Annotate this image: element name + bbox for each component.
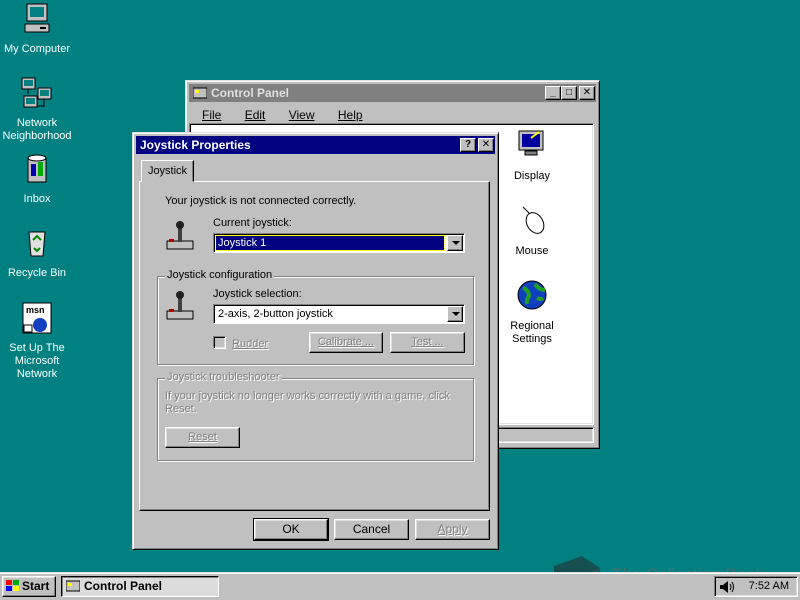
globe-icon bbox=[517, 280, 547, 310]
display-icon bbox=[518, 130, 544, 156]
windows-logo-icon bbox=[6, 580, 19, 591]
cp-item-label: Mouse bbox=[515, 245, 549, 257]
desktop-icon-label: Inbox bbox=[23, 193, 51, 205]
joystick-selection-value: 2-axis, 2-button joystick bbox=[218, 308, 333, 320]
chevron-down-icon[interactable] bbox=[447, 235, 463, 251]
current-joystick-value: Joystick 1 bbox=[215, 235, 445, 251]
close-button[interactable]: ✕ bbox=[579, 86, 595, 100]
control-panel-menubar: File Edit View Help bbox=[192, 104, 373, 122]
desktop-icon-network-neighborhood[interactable]: Network Neighborhood bbox=[0, 76, 74, 143]
cp-item-regional-settings[interactable]: Regional Settings bbox=[500, 278, 564, 346]
speaker-icon[interactable] bbox=[719, 580, 735, 594]
tab-joystick[interactable]: Joystick bbox=[141, 160, 194, 182]
cp-item-mouse[interactable]: Mouse bbox=[500, 203, 564, 258]
joystick-selection-label: Joystick selection: bbox=[213, 288, 302, 300]
desktop-icon-label: Recycle Bin bbox=[7, 267, 67, 279]
start-button[interactable]: Start bbox=[2, 576, 56, 597]
control-panel-icon bbox=[65, 580, 81, 592]
control-panel-icon bbox=[192, 87, 208, 99]
dialog-title: Joystick Properties bbox=[140, 138, 251, 152]
joystick-icon bbox=[166, 221, 194, 250]
group-label: Joystick configuration bbox=[165, 269, 275, 281]
ok-button[interactable]: OK bbox=[253, 518, 329, 541]
maximize-button[interactable]: □ bbox=[561, 86, 577, 100]
joystick-status-text: Your joystick is not connected correctly… bbox=[165, 195, 357, 207]
desktop-icon-msn-setup[interactable]: msn Set Up The Microsoft Network bbox=[0, 301, 74, 381]
joystick-icon bbox=[166, 291, 194, 320]
group-label: Joystick troubleshooter bbox=[165, 371, 282, 383]
taskbar: Start Control Panel 7:52 AM bbox=[0, 572, 800, 600]
checkbox-box bbox=[213, 336, 226, 349]
close-button[interactable]: ✕ bbox=[478, 138, 494, 152]
mouse-icon bbox=[522, 206, 545, 234]
computer-icon bbox=[24, 3, 50, 33]
current-joystick-select[interactable]: Joystick 1 bbox=[213, 233, 465, 253]
reset-button[interactable]: Reset bbox=[165, 427, 240, 448]
cp-item-label: Display bbox=[513, 170, 551, 182]
rudder-checkbox[interactable]: Rudder bbox=[213, 336, 268, 350]
control-panel-title: Control Panel bbox=[211, 86, 290, 100]
chevron-down-icon[interactable] bbox=[447, 306, 463, 322]
calibrate-button[interactable]: Calibrate ... bbox=[309, 332, 383, 353]
cp-item-display[interactable]: Display bbox=[500, 128, 564, 183]
current-joystick-label: Current joystick: bbox=[213, 217, 292, 229]
dialog-titlebar[interactable]: Joystick Properties ? ✕ bbox=[136, 136, 495, 154]
joystick-selection-select[interactable]: 2-axis, 2-button joystick bbox=[213, 304, 465, 324]
control-panel-titlebar[interactable]: Control Panel _ □ ✕ bbox=[189, 84, 596, 102]
desktop-icon-inbox[interactable]: Inbox bbox=[0, 152, 74, 206]
minimize-button[interactable]: _ bbox=[545, 86, 561, 100]
troubleshooter-text: If your joystick no longer works correct… bbox=[165, 390, 450, 415]
cancel-button[interactable]: Cancel bbox=[334, 519, 409, 540]
desktop-icon-label: Set Up The Microsoft Network bbox=[9, 342, 65, 380]
test-button[interactable]: Test ... bbox=[390, 332, 465, 353]
apply-button[interactable]: Apply bbox=[415, 519, 490, 540]
help-button[interactable]: ? bbox=[460, 138, 476, 152]
desktop-icon-label: My Computer bbox=[3, 43, 71, 55]
network-icon bbox=[21, 77, 52, 108]
cp-item-label: Regional Settings bbox=[510, 320, 554, 345]
rudder-label: Rudder bbox=[232, 338, 269, 350]
recycle-bin-icon bbox=[28, 231, 46, 257]
desktop-icon-recycle-bin[interactable]: Recycle Bin bbox=[0, 226, 74, 280]
desktop-icon-my-computer[interactable]: My Computer bbox=[0, 2, 74, 56]
desktop-icon-label: Network Neighborhood bbox=[2, 117, 72, 142]
joystick-properties-dialog: Joystick Properties ? ✕ Joystick Your jo… bbox=[132, 132, 499, 550]
control-panel-statusbar bbox=[486, 427, 594, 443]
clock[interactable]: 7:52 AM bbox=[749, 580, 789, 592]
msn-icon: msn bbox=[22, 302, 52, 334]
taskbar-control-panel-button[interactable]: Control Panel bbox=[61, 576, 219, 597]
system-tray: 7:52 AM bbox=[714, 576, 798, 597]
inbox-icon bbox=[27, 154, 47, 183]
svg-text:msn: msn bbox=[26, 305, 45, 315]
